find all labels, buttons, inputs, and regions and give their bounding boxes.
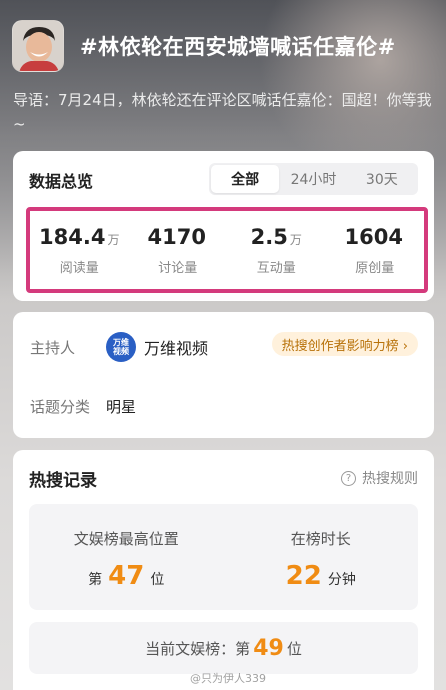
current-rank-box: 当前文娱榜：第 49 位 xyxy=(29,622,418,674)
stat-label: 互动量 xyxy=(256,261,296,276)
stat-value: 2.5 xyxy=(250,225,288,249)
stat-discussions: 4170 讨论量 xyxy=(129,211,228,289)
duration-label: 在榜时长 xyxy=(290,530,351,548)
stat-value: 4170 xyxy=(147,225,206,249)
chart-duration: 在榜时长 22 分钟 xyxy=(224,504,419,610)
stat-originals: 1604 原创量 xyxy=(326,211,425,289)
person-avatar-icon xyxy=(13,21,63,71)
host-key: 主持人 xyxy=(30,338,76,357)
host-row: 主持人 万维 视频 万维视频 xyxy=(30,332,208,362)
overview-title: 数据总览 xyxy=(29,172,94,191)
stat-value: 184.4 xyxy=(39,225,106,249)
stats-highlight-box: 184.4 万 阅读量 4170 讨论量 2.5 万 互动量 1604 原创量 xyxy=(26,207,428,293)
topic-header: #林依轮在西安城墙喊话任嘉伦# xyxy=(12,18,434,74)
tab-all[interactable]: 全部 xyxy=(211,165,280,193)
watermark: @只为伊人339 xyxy=(190,672,266,685)
current-suffix: 位 xyxy=(286,639,302,658)
hot-search-record-card: 热搜记录 ? 热搜规则 文娱榜最高位置 第 47 位 在榜时长 22 分钟 当前… xyxy=(13,450,434,690)
topic-intro: 导语：7月24日，林依轮还在评论区喊话任嘉伦：国超！你等我 ~ xyxy=(13,91,432,133)
highest-prefix: 第 xyxy=(88,572,103,588)
current-value: 49 xyxy=(253,635,284,661)
hot-search-rules-link[interactable]: ? 热搜规则 xyxy=(341,468,418,488)
highest-value: 47 xyxy=(108,561,145,591)
tab-30d[interactable]: 30天 xyxy=(348,165,416,193)
topic-title: #林依轮在西安城墙喊话任嘉伦# xyxy=(80,35,396,59)
category-row: 话题分类 明星 xyxy=(30,396,136,417)
hot-creator-rank-badge[interactable]: 热搜创作者影响力榜 › xyxy=(271,332,418,356)
topic-info-card: 主持人 万维 视频 万维视频 热搜创作者影响力榜 › 话题分类 明星 xyxy=(13,312,434,438)
category-value: 明星 xyxy=(106,398,137,416)
stat-unit: 万 xyxy=(107,233,120,247)
highest-suffix: 位 xyxy=(150,572,165,588)
highest-label: 文娱榜最高位置 xyxy=(73,530,179,548)
duration-unit: 分钟 xyxy=(327,572,356,588)
stat-interactions: 2.5 万 互动量 xyxy=(227,211,326,289)
host-name-link[interactable]: 万维视频 xyxy=(144,335,208,359)
current-prefix: 当前文娱榜：第 xyxy=(145,639,251,658)
record-stats-box: 文娱榜最高位置 第 47 位 在榜时长 22 分钟 xyxy=(29,504,418,610)
data-overview-card: 数据总览 全部 24小时 30天 184.4 万 阅读量 4170 讨论量 2.5… xyxy=(13,151,434,301)
rules-label: 热搜规则 xyxy=(362,471,418,487)
stat-label: 阅读量 xyxy=(59,261,99,276)
category-key: 话题分类 xyxy=(30,398,91,416)
host-logo-icon[interactable]: 万维 视频 xyxy=(106,332,136,362)
time-range-tabs: 全部 24小时 30天 xyxy=(209,163,418,195)
stat-label: 讨论量 xyxy=(158,261,198,276)
duration-value: 22 xyxy=(285,561,322,591)
topic-avatar xyxy=(12,20,64,72)
stat-reads: 184.4 万 阅读量 xyxy=(30,211,129,289)
tab-24h[interactable]: 24小时 xyxy=(279,165,347,193)
highest-position: 文娱榜最高位置 第 47 位 xyxy=(29,504,224,610)
host-logo-text-bottom: 视频 xyxy=(113,347,129,356)
stat-unit: 万 xyxy=(289,233,302,247)
host-logo-text-top: 万维 xyxy=(113,338,129,347)
stat-value: 1604 xyxy=(344,225,403,249)
record-title: 热搜记录 xyxy=(29,471,97,491)
stat-label: 原创量 xyxy=(355,261,395,276)
question-icon: ? xyxy=(341,470,356,486)
